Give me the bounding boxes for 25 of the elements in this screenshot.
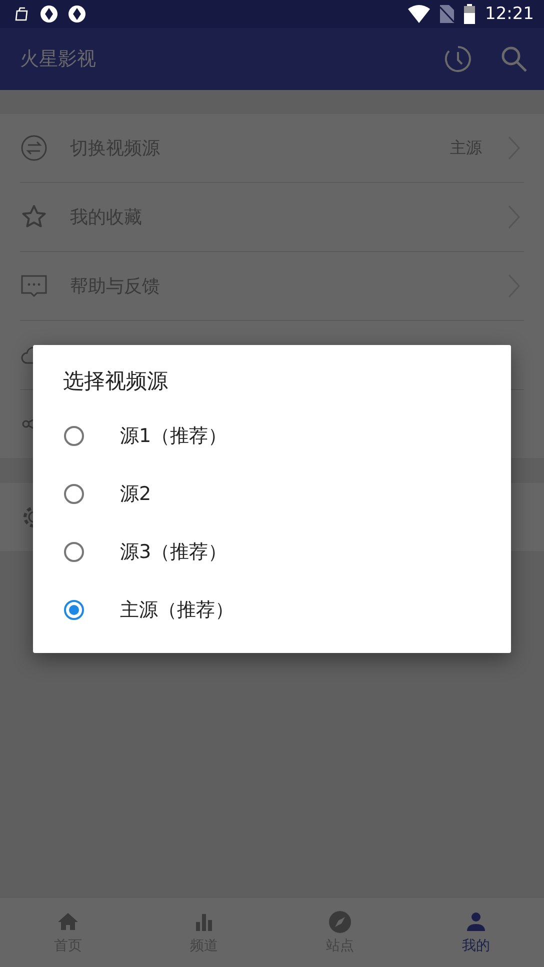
person-icon [467,912,485,931]
radio-button[interactable] [64,426,84,446]
no-sim-icon [440,5,454,23]
search-icon[interactable] [500,45,528,73]
swap-icon [20,134,48,162]
app-title: 火星影视 [20,47,97,72]
nav-tab[interactable]: 我的 [408,898,544,967]
home-icon [58,913,78,930]
dialog-title: 选择视频源 [63,368,168,395]
compass-icon [329,911,351,933]
clock-time: 12:21 [485,4,534,24]
notification-icon [14,6,30,22]
aperture-icon [40,5,58,23]
radio-button[interactable] [64,600,84,620]
radio-option[interactable]: 源3（推荐） [33,523,511,581]
radio-option[interactable]: 源1（推荐） [33,407,511,465]
battery-icon [464,4,475,24]
aperture-icon [68,5,86,23]
wifi-icon [408,5,430,23]
radio-option[interactable]: 源2 [33,465,511,523]
radio-option[interactable]: 主源（推荐） [33,581,511,639]
bar-chart-icon [196,914,212,931]
radio-button[interactable] [64,542,84,562]
history-icon[interactable] [444,45,472,73]
radio-button[interactable] [64,484,84,504]
